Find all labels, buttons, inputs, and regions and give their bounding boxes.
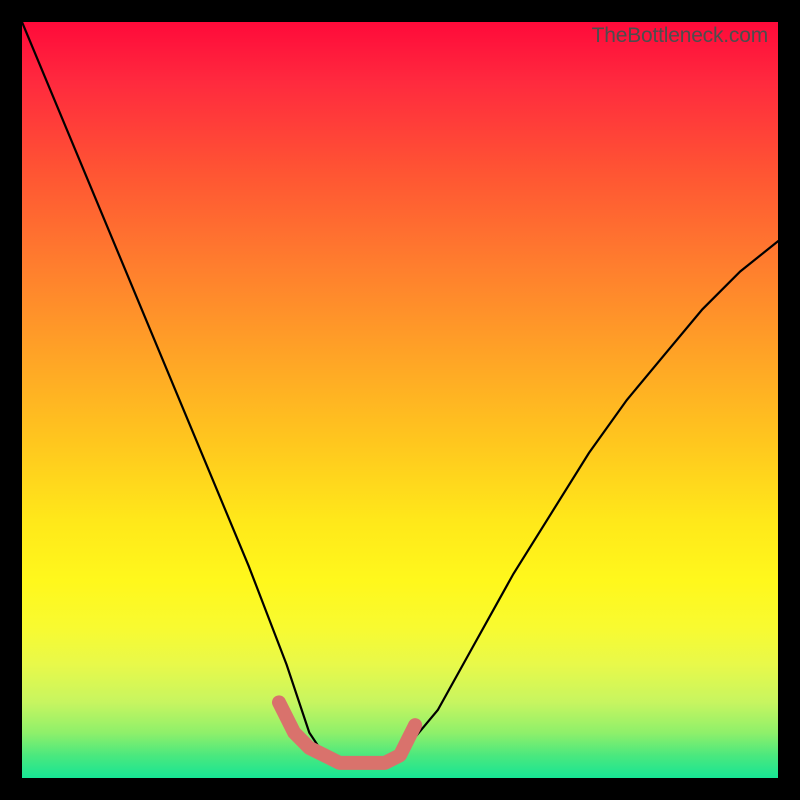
optimal-band	[279, 702, 415, 763]
chart-frame: TheBottleneck.com	[0, 0, 800, 800]
chart-svg	[22, 22, 778, 778]
plot-area: TheBottleneck.com	[22, 22, 778, 778]
bottleneck-curve	[22, 22, 778, 763]
watermark-text: TheBottleneck.com	[592, 24, 768, 48]
